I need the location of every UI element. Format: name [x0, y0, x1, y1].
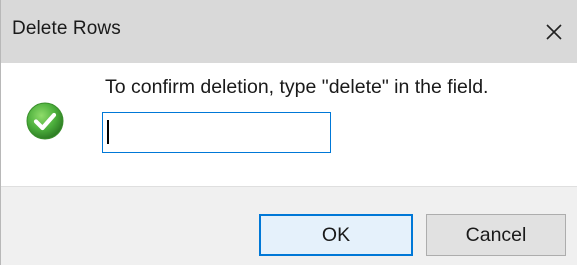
button-bar: OK Cancel: [1, 186, 577, 265]
confirm-input[interactable]: [102, 112, 331, 153]
dialog-content: To confirm deletion, type "delete" in th…: [1, 63, 577, 186]
cancel-button[interactable]: Cancel: [426, 214, 566, 256]
delete-rows-dialog: Delete Rows To confirm deletion, type "d…: [0, 0, 577, 265]
check-circle-icon: [26, 102, 64, 140]
close-icon: [546, 24, 562, 40]
ok-button[interactable]: OK: [259, 214, 413, 256]
dialog-title: Delete Rows: [12, 18, 121, 39]
confirm-message: To confirm deletion, type "delete" in th…: [105, 76, 489, 98]
title-bar[interactable]: Delete Rows: [1, 0, 577, 63]
text-caret: [107, 120, 109, 144]
close-button[interactable]: [526, 0, 577, 63]
